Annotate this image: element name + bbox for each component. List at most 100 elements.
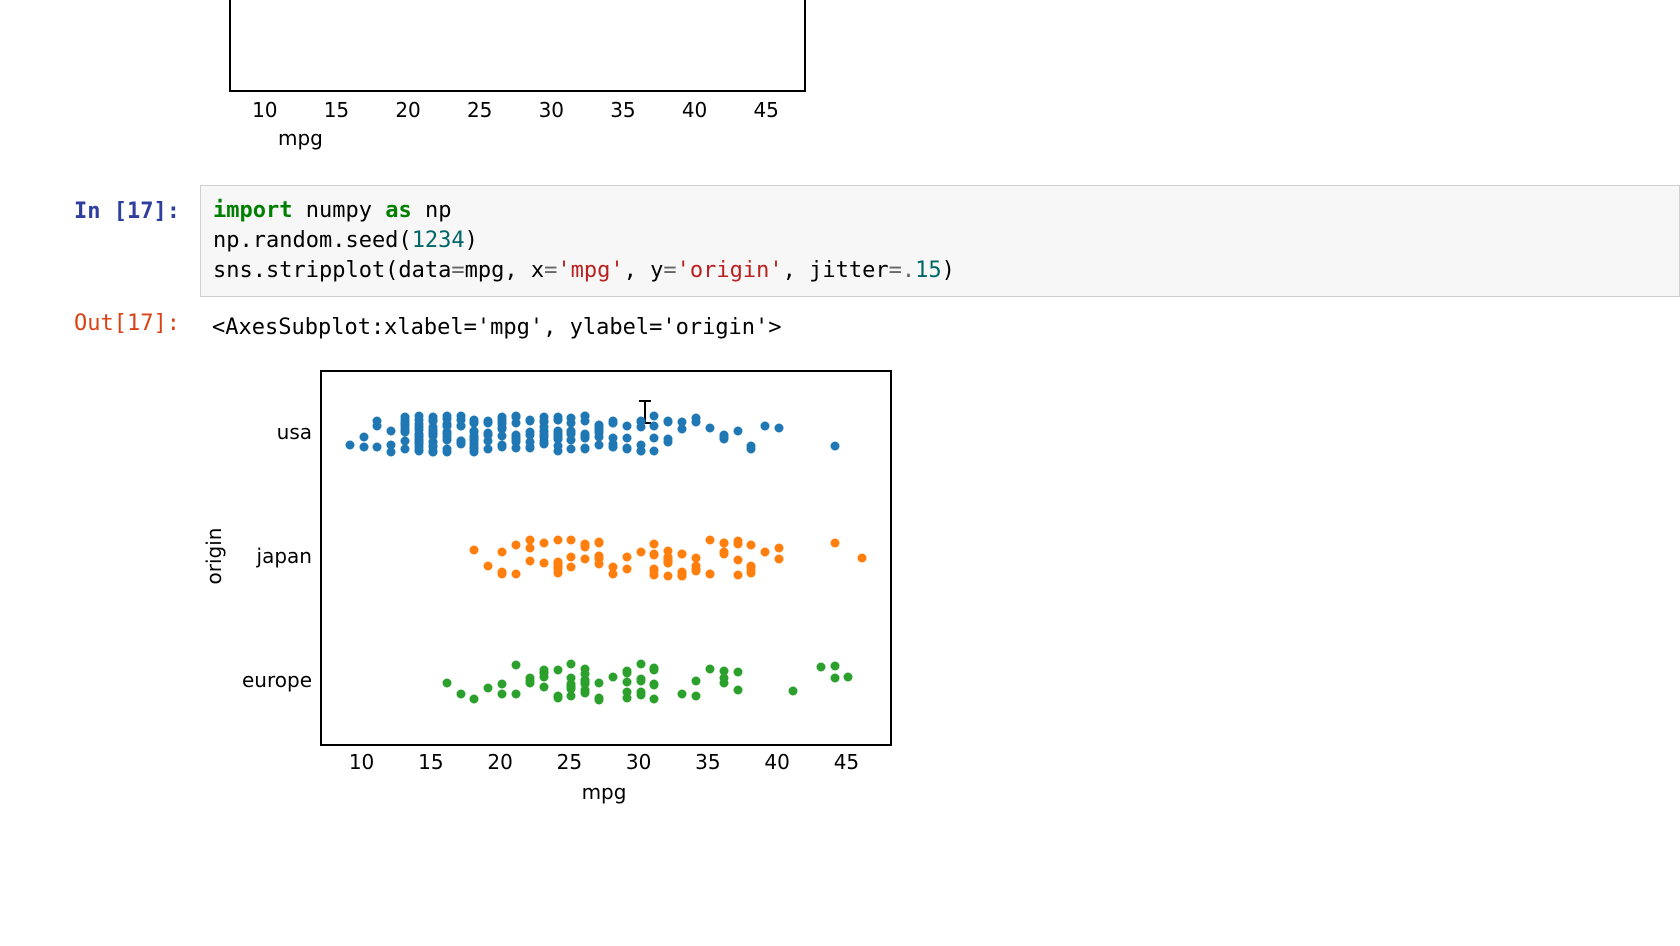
data-point (664, 418, 673, 427)
data-point (719, 435, 728, 444)
data-point (761, 548, 770, 557)
prev-xtick: 15 (321, 98, 351, 122)
data-point (719, 666, 728, 675)
output-prompt: Out[17]: (0, 311, 190, 336)
data-point (733, 556, 742, 565)
data-point (719, 547, 728, 556)
data-point (401, 425, 410, 434)
data-point (553, 428, 562, 437)
data-point (387, 427, 396, 436)
data-point (650, 679, 659, 688)
data-point (622, 693, 631, 702)
data-point (553, 416, 562, 425)
data-point (664, 434, 673, 443)
data-point (705, 570, 714, 579)
data-point (650, 666, 659, 675)
data-point (539, 559, 548, 568)
plot-xticklabel: 25 (551, 750, 587, 774)
data-point (595, 426, 604, 435)
data-point (498, 442, 507, 451)
data-point (511, 661, 520, 670)
data-point (442, 444, 451, 453)
data-point (581, 412, 590, 421)
data-point (498, 547, 507, 556)
data-point (498, 690, 507, 699)
data-point (525, 543, 534, 552)
data-point (622, 434, 631, 443)
data-point (816, 662, 825, 671)
data-point (567, 563, 576, 572)
data-point (747, 540, 756, 549)
data-point (692, 418, 701, 427)
data-point (622, 678, 631, 687)
data-point (484, 417, 493, 426)
data-point (595, 538, 604, 547)
data-point (525, 556, 534, 565)
data-point (595, 441, 604, 450)
plot-xticklabel: 15 (413, 750, 449, 774)
data-point (553, 446, 562, 455)
data-point (525, 417, 534, 426)
prev-xtick: 45 (751, 98, 781, 122)
data-point (442, 412, 451, 421)
data-point (511, 413, 520, 422)
data-point (345, 441, 354, 450)
data-point (747, 442, 756, 451)
plot-xticklabel: 20 (482, 750, 518, 774)
data-point (650, 433, 659, 442)
data-point (359, 442, 368, 451)
data-point (539, 416, 548, 425)
data-point (567, 413, 576, 422)
data-point (608, 443, 617, 452)
plot-xticklabel: 30 (621, 750, 657, 774)
data-point (470, 417, 479, 426)
data-point (622, 667, 631, 676)
data-point (733, 427, 742, 436)
data-point (567, 660, 576, 669)
prev-xtick: 35 (608, 98, 638, 122)
data-point (775, 554, 784, 563)
data-point (470, 433, 479, 442)
data-point (567, 679, 576, 688)
prev-xtick: 30 (536, 98, 566, 122)
data-point (428, 443, 437, 452)
data-point (498, 679, 507, 688)
data-point (511, 540, 520, 549)
data-point (539, 683, 548, 692)
data-point (539, 538, 548, 547)
code-input[interactable]: import numpy as np np.random.seed(1234) … (200, 185, 1680, 297)
data-point (678, 569, 687, 578)
data-point (636, 418, 645, 427)
data-point (678, 418, 687, 427)
data-point (511, 569, 520, 578)
prev-xtick: 25 (465, 98, 495, 122)
previous-chart-xlabel: mpg (278, 126, 323, 150)
prev-xtick: 10 (250, 98, 280, 122)
plot-xticklabel: 35 (690, 750, 726, 774)
data-point (567, 445, 576, 454)
data-point (484, 683, 493, 692)
data-point (595, 696, 604, 705)
data-point (401, 437, 410, 446)
data-point (581, 430, 590, 439)
output-block: Out[17]: <AxesSubplot:xlabel='mpg', ylab… (0, 311, 1680, 830)
plot-yticklabel: usa (200, 420, 312, 444)
data-point (747, 565, 756, 574)
data-point (830, 539, 839, 548)
prev-xtick: 20 (393, 98, 423, 122)
data-point (650, 411, 659, 420)
data-point (733, 537, 742, 546)
data-point (470, 545, 479, 554)
plot-axes (320, 370, 892, 746)
plot-xticklabel: 45 (828, 750, 864, 774)
data-point (498, 412, 507, 421)
data-point (719, 539, 728, 548)
data-point (553, 557, 562, 566)
data-point (456, 689, 465, 698)
data-point (733, 570, 742, 579)
data-point (442, 422, 451, 431)
data-point (525, 444, 534, 453)
output-repr: <AxesSubplot:xlabel='mpg', ylabel='origi… (200, 311, 1680, 340)
data-point (567, 552, 576, 561)
data-point (664, 572, 673, 581)
